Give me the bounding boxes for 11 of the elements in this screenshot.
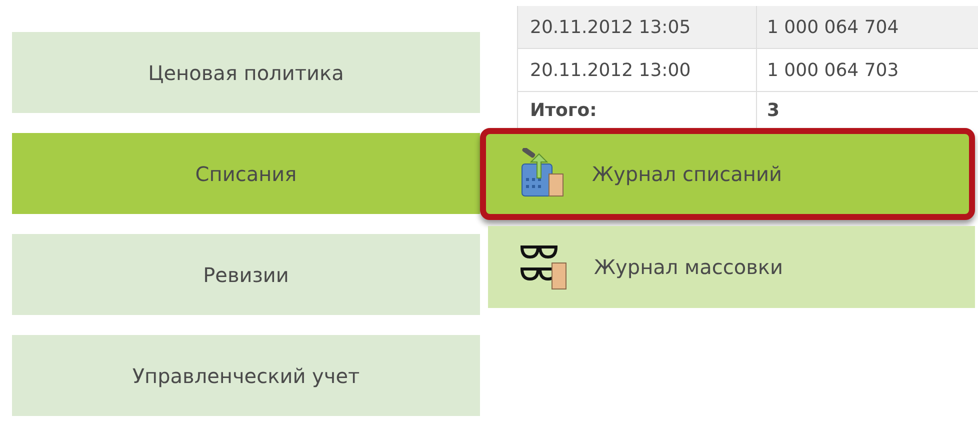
submenu-item[interactable]: Журнал массовки — [488, 226, 975, 308]
table-cell: 20.11.2012 13:05 — [517, 6, 757, 48]
table-cell-text: 1 000 064 704 — [766, 16, 900, 40]
submenu-item[interactable]: Журнал списаний — [480, 128, 975, 220]
menu-button[interactable]: Ценовая политика — [12, 32, 480, 113]
menu-button[interactable]: Управленческий учет — [12, 335, 480, 416]
total-value: 3 — [766, 98, 781, 122]
menu-button[interactable]: Списания — [12, 133, 480, 214]
table-cell: 20.11.2012 13:00 — [517, 49, 757, 91]
menu-button[interactable]: Ревизии — [12, 234, 480, 315]
table-cell-text: 1 000 064 703 — [766, 58, 900, 82]
